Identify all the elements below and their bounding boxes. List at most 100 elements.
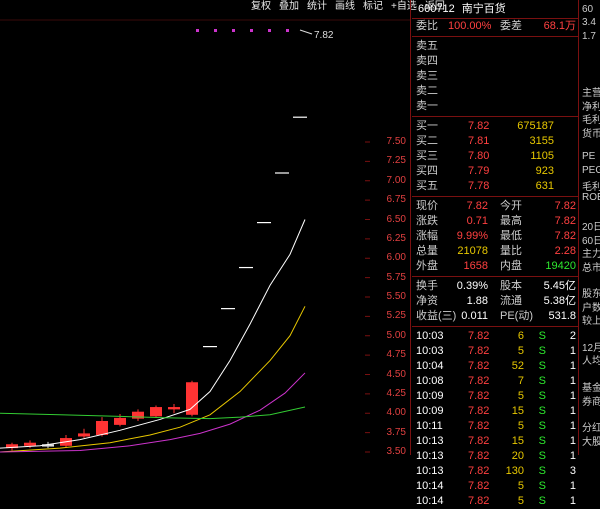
stat-label: 现价 xyxy=(416,200,438,212)
y-tick-label: 4.00 xyxy=(386,407,406,419)
tick-volume: 5 xyxy=(517,420,524,432)
bid-row[interactable]: 买二 7.81 3155 xyxy=(412,134,578,149)
tick-count: 1 xyxy=(569,360,576,372)
bid-volume: 631 xyxy=(535,180,554,192)
ask-row[interactable]: 卖二 xyxy=(412,84,578,99)
tick-count: 3 xyxy=(569,465,576,477)
bid-price: 7.82 xyxy=(468,120,490,132)
tick-price: 7.82 xyxy=(468,390,490,402)
tick-time: 10:11 xyxy=(416,420,443,432)
bid-row[interactable]: 买五 7.78 631 xyxy=(412,179,578,194)
stat-value: 0.011 xyxy=(461,310,488,322)
candle-body xyxy=(114,417,126,425)
divider xyxy=(412,276,578,277)
ask-label: 卖三 xyxy=(416,70,438,82)
signal-dot xyxy=(232,29,235,32)
f10-item[interactable]: 1.7 xyxy=(582,31,596,42)
y-tick-label: 6.75 xyxy=(386,194,406,206)
y-tick-label: 7.00 xyxy=(386,174,406,186)
tick-row[interactable]: 10:14 7.82 5 S 1 xyxy=(412,494,578,509)
divider xyxy=(412,36,578,37)
tick-row[interactable]: 10:04 7.82 52 S 1 xyxy=(412,359,578,374)
tick-volume: 6 xyxy=(517,330,524,342)
ask-row[interactable]: 卖一 xyxy=(412,99,578,114)
f10-item[interactable]: 较上 xyxy=(582,312,600,327)
stat-value: 0.71 xyxy=(466,215,488,227)
stat-label: 内盘 xyxy=(500,260,522,272)
bid-row[interactable]: 买一 7.82 675187 xyxy=(412,119,578,134)
ask-label: 卖五 xyxy=(416,40,438,52)
bid-row[interactable]: 买三 7.80 1105 xyxy=(412,149,578,164)
statistics-button[interactable]: 统计 xyxy=(304,0,330,14)
stock-code: 600712 xyxy=(418,3,455,15)
candle-body xyxy=(168,407,180,410)
ask-row[interactable]: 卖三 xyxy=(412,69,578,84)
weibi-label: 委比 xyxy=(416,20,438,32)
f10-item[interactable]: 人均 xyxy=(582,352,600,367)
restore-rights-button[interactable]: 复权 xyxy=(248,0,274,14)
tick-price: 7.82 xyxy=(468,375,490,387)
tick-row[interactable]: 10:13 7.82 130 S 3 xyxy=(412,464,578,479)
y-tick-label: 6.00 xyxy=(386,252,406,264)
stat-row: 涨跌 0.71 最高 7.82 xyxy=(412,214,578,229)
signal-dot xyxy=(250,29,253,32)
tick-row[interactable]: 10:14 7.82 5 S 1 xyxy=(412,479,578,494)
bid-volume: 3155 xyxy=(529,135,554,147)
signal-dot xyxy=(286,29,289,32)
tick-price: 7.82 xyxy=(468,405,490,417)
f10-item[interactable]: 货币 xyxy=(582,125,600,140)
stat-label: 最高 xyxy=(500,215,522,227)
tick-row[interactable]: 10:09 7.82 15 S 1 xyxy=(412,404,578,419)
stats-block: 现价 7.82 今开 7.82 涨跌 0.71 最高 7.82 涨幅 9.99% 最低 7.82 总量 2… xyxy=(412,199,578,274)
bid-volume: 675187 xyxy=(517,120,554,132)
tick-list[interactable]: 10:03 7.82 6 S 2 10:03 7.82 5 S 1 10:04 7.82 52 S 1 10:… xyxy=(412,329,578,509)
draw-line-button[interactable]: 画线 xyxy=(332,0,358,14)
stat-row: 总量 21078 量比 2.28 xyxy=(412,244,578,259)
f10-item[interactable]: 券商 xyxy=(582,393,600,408)
f10-item[interactable]: PE xyxy=(582,151,595,162)
bid-label: 买四 xyxy=(416,165,438,177)
y-tick-label: 4.50 xyxy=(386,368,406,380)
tick-time: 10:09 xyxy=(416,405,444,417)
weicha-value: 68.1万 xyxy=(543,20,576,32)
candle-body xyxy=(132,411,144,419)
tick-row[interactable]: 10:03 7.82 5 S 1 xyxy=(412,344,578,359)
stat-value: 9.99% xyxy=(456,230,488,242)
overlay-button[interactable]: 叠加 xyxy=(276,0,302,14)
f10-item[interactable]: ROE xyxy=(582,192,600,203)
bid-row[interactable]: 买四 7.79 923 xyxy=(412,164,578,179)
stat-value: 531.8 xyxy=(548,310,576,322)
signal-dot xyxy=(214,29,217,32)
y-tick-label: 6.25 xyxy=(386,232,406,244)
kline-chart[interactable]: 7.82 xyxy=(0,0,410,455)
y-tick-label: 4.25 xyxy=(386,387,406,399)
tick-volume: 20 xyxy=(511,450,524,462)
tick-price: 7.82 xyxy=(468,345,490,357)
tick-side: S xyxy=(538,420,546,432)
divider xyxy=(412,116,578,117)
tick-side: S xyxy=(538,375,546,387)
price-annotation: 7.82 xyxy=(314,30,334,41)
tick-count: 1 xyxy=(569,345,576,357)
ma10-line xyxy=(0,306,306,453)
weibi-row: 委比 100.00% 委差 68.1万 xyxy=(412,19,578,34)
tick-row[interactable]: 10:03 7.82 6 S 2 xyxy=(412,329,578,344)
ask-row[interactable]: 卖四 xyxy=(412,54,578,69)
y-tick-label: 7.25 xyxy=(386,155,406,167)
f10-item[interactable]: 3.4 xyxy=(582,17,596,28)
tick-row[interactable]: 10:13 7.82 20 S 1 xyxy=(412,449,578,464)
f10-item[interactable]: 总市 xyxy=(582,259,600,274)
y-tick-label: 5.25 xyxy=(386,310,406,322)
stat-value: 21078 xyxy=(457,245,488,257)
f10-item[interactable]: 大股 xyxy=(582,433,600,448)
tick-volume: 52 xyxy=(511,360,524,372)
f10-item[interactable]: PEG xyxy=(582,165,600,176)
mark-button[interactable]: 标记 xyxy=(360,0,386,14)
tick-time: 10:13 xyxy=(416,450,444,462)
tick-row[interactable]: 10:13 7.82 15 S 1 xyxy=(412,434,578,449)
tick-row[interactable]: 10:09 7.82 5 S 1 xyxy=(412,389,578,404)
f10-item[interactable]: 60 xyxy=(582,4,593,15)
tick-row[interactable]: 10:11 7.82 5 S 1 xyxy=(412,419,578,434)
tick-row[interactable]: 10:08 7.82 7 S 1 xyxy=(412,374,578,389)
ask-row[interactable]: 卖五 xyxy=(412,39,578,54)
